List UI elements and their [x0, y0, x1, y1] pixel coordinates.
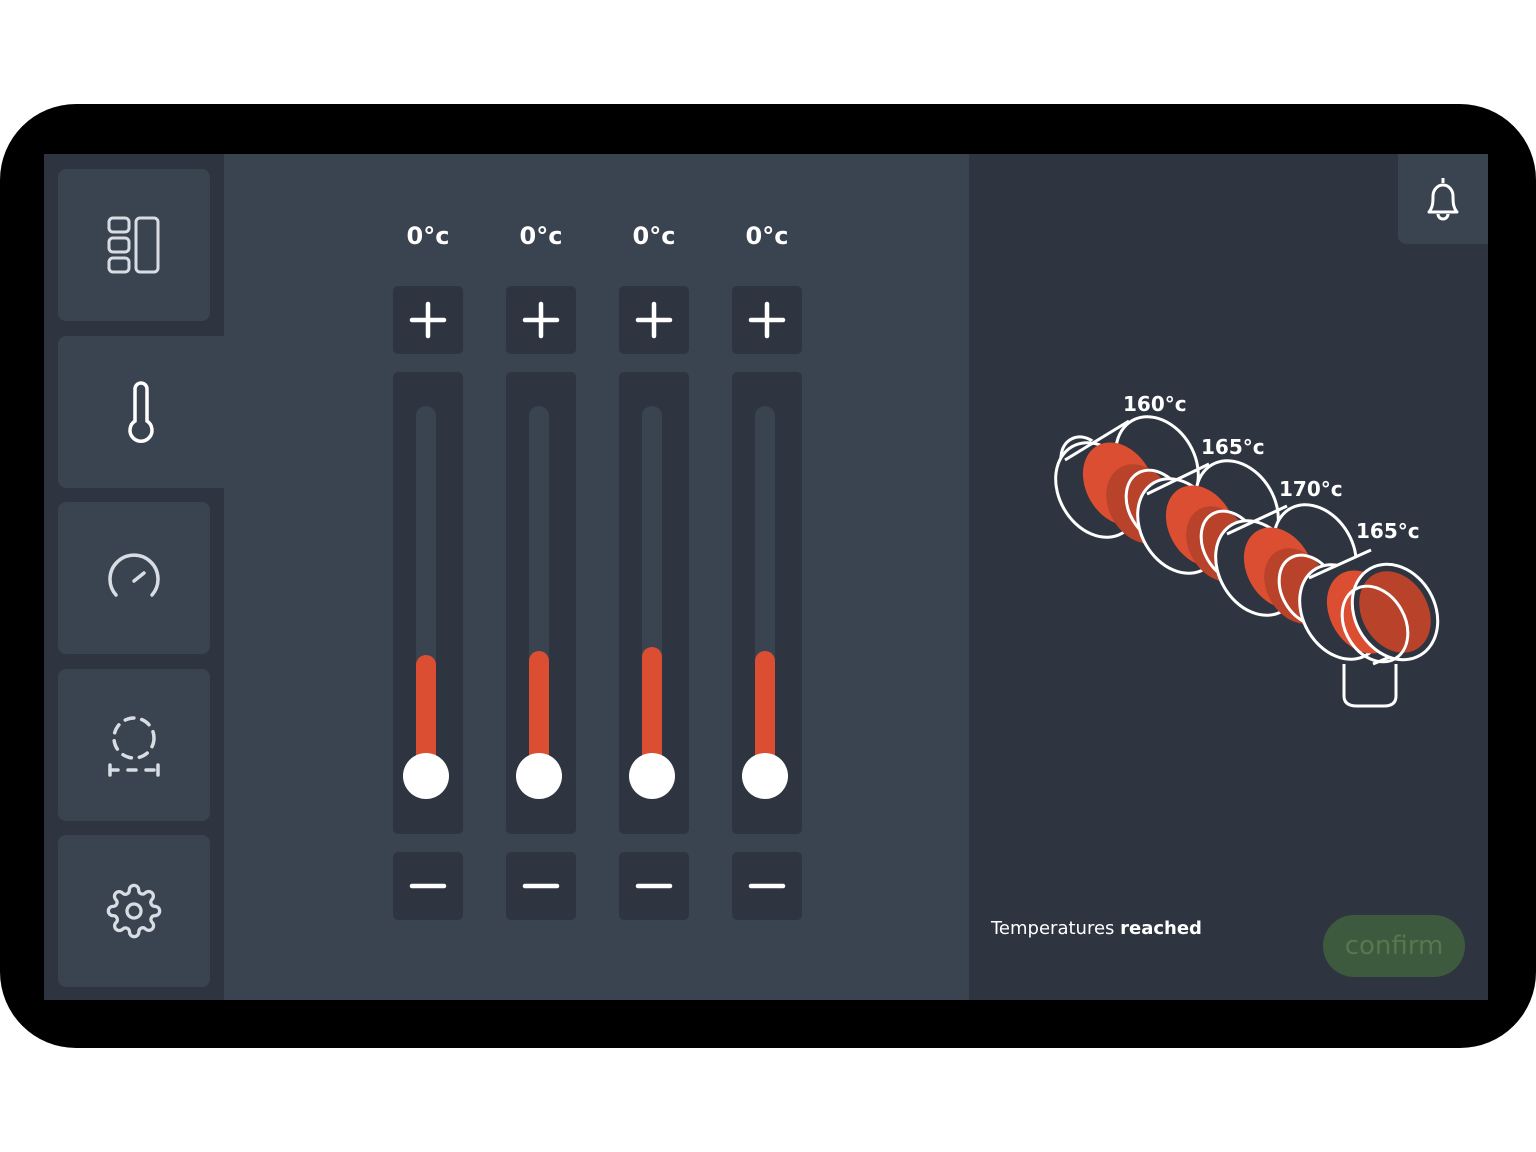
- increase-button[interactable]: [732, 286, 802, 354]
- increase-button[interactable]: [393, 286, 463, 354]
- minus-icon: [635, 883, 673, 889]
- status-message: Temperatures reached: [991, 918, 1202, 939]
- layout-icon: [107, 216, 160, 274]
- minus-icon: [748, 883, 786, 889]
- plus-icon: [635, 301, 673, 339]
- zone-controls: 0°c 0°c 0°c 0°c: [224, 154, 969, 1000]
- status-panel: 160°c 165°c 170°c 165°c Temperatures rea…: [969, 154, 1488, 1000]
- decrease-button[interactable]: [506, 852, 576, 920]
- barrel-diagram: [1054, 415, 1440, 708]
- increase-button[interactable]: [506, 286, 576, 354]
- mold-frame-icon: [108, 716, 160, 777]
- decrease-button[interactable]: [393, 852, 463, 920]
- slider-track: [619, 372, 689, 834]
- screen: 0°c 0°c 0°c 0°c 160°c 165°c 170°c 165°c …: [44, 154, 1488, 1000]
- zone-setpoint: 0°c: [519, 222, 563, 250]
- zone-column-1: 0°c: [393, 154, 463, 1000]
- slider-track: [506, 372, 576, 834]
- zone-setpoint: 0°c: [406, 222, 450, 250]
- increase-button[interactable]: [619, 286, 689, 354]
- decrease-button[interactable]: [619, 852, 689, 920]
- barrel-nozzle: [1342, 664, 1398, 708]
- plus-icon: [409, 301, 447, 339]
- sidebar-item-speed[interactable]: [58, 502, 210, 654]
- zone-setpoint: 0°c: [632, 222, 676, 250]
- zone-4-temperature: 165°c: [1356, 519, 1420, 543]
- plus-icon: [748, 301, 786, 339]
- sidebar-item-layout[interactable]: [58, 169, 210, 321]
- confirm-button[interactable]: confirm: [1323, 915, 1465, 977]
- zone-3-temperature: 170°c: [1279, 477, 1343, 501]
- zone-2-temperature: 165°c: [1201, 435, 1265, 459]
- slider-thumb[interactable]: [516, 753, 562, 799]
- status-emphasis: reached: [1120, 918, 1202, 939]
- sidebar-item-settings[interactable]: [58, 835, 210, 987]
- status-prefix: Temperatures: [991, 918, 1121, 939]
- slider-thumb[interactable]: [742, 753, 788, 799]
- sidebar-item-temperature[interactable]: [58, 336, 224, 488]
- minus-icon: [522, 883, 560, 889]
- decrease-button[interactable]: [732, 852, 802, 920]
- zone-column-4: 0°c: [732, 154, 802, 1000]
- plus-icon: [522, 301, 560, 339]
- sidebar-item-mold[interactable]: [58, 669, 210, 821]
- speedometer-icon: [108, 553, 160, 597]
- minus-icon: [409, 883, 447, 889]
- slider-track: [393, 372, 463, 834]
- zone-1-temperature: 160°c: [1123, 392, 1187, 416]
- sidebar: [44, 154, 224, 1000]
- zone-column-2: 0°c: [506, 154, 576, 1000]
- thermometer-icon: [128, 381, 154, 443]
- slider-thumb[interactable]: [629, 753, 675, 799]
- slider-track: [732, 372, 802, 834]
- gear-icon: [106, 883, 162, 939]
- zone-column-3: 0°c: [619, 154, 689, 1000]
- slider-thumb[interactable]: [403, 753, 449, 799]
- zone-setpoint: 0°c: [745, 222, 789, 250]
